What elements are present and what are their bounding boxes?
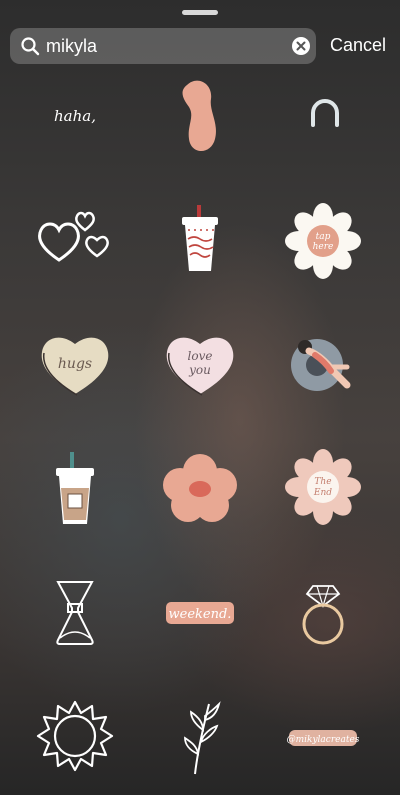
haha-sticker[interactable]: haha, — [20, 60, 130, 170]
pool-float-sticker[interactable] — [268, 308, 378, 418]
weekend-text: weekend. — [169, 607, 232, 622]
search-input[interactable] — [46, 28, 286, 64]
love-you-text-line2: you — [188, 363, 211, 377]
iced-coffee-sticker[interactable] — [20, 435, 130, 545]
soda-cup-sticker[interactable] — [145, 186, 255, 296]
tap-here-text-line1: tap — [316, 232, 331, 242]
the-end-text-line1: The — [314, 477, 331, 487]
close-icon — [296, 41, 306, 51]
pink-bean-sticker[interactable] — [145, 62, 255, 172]
hearts-sticker[interactable] — [20, 183, 130, 293]
sun-sticker[interactable] — [20, 683, 130, 793]
love-you-text-line1: love — [188, 349, 213, 363]
tap-here-daisy-sticker[interactable]: tap here — [268, 186, 378, 296]
arch-sticker[interactable] — [270, 56, 380, 166]
hugs-text: hugs — [58, 356, 92, 372]
tap-here-text-line2: here — [313, 242, 334, 252]
weekend-sticker[interactable]: weekend. — [145, 558, 255, 668]
pink-flower-sticker[interactable] — [145, 433, 255, 543]
sheet-grabber-handle[interactable] — [182, 10, 218, 15]
ring-sticker[interactable] — [268, 558, 378, 668]
love-you-heart-sticker[interactable]: love you — [145, 308, 255, 418]
the-end-text-line2: End — [313, 488, 332, 498]
leaf-branch-sticker[interactable] — [145, 683, 255, 793]
mikylacreates-text: @mikylacreates — [287, 735, 360, 745]
sticker-grid: haha, tap here hugs love you The End wee… — [0, 78, 400, 795]
mikylacreates-sticker[interactable]: @mikylacreates — [268, 683, 378, 793]
clear-search-button[interactable] — [292, 37, 310, 55]
cancel-button[interactable]: Cancel — [330, 35, 386, 56]
haha-sticker-text: haha, — [54, 107, 96, 125]
chemex-sticker[interactable] — [20, 558, 130, 668]
hugs-heart-sticker[interactable]: hugs — [20, 308, 130, 418]
search-icon — [20, 36, 40, 56]
the-end-daisy-sticker[interactable]: The End — [268, 432, 378, 542]
